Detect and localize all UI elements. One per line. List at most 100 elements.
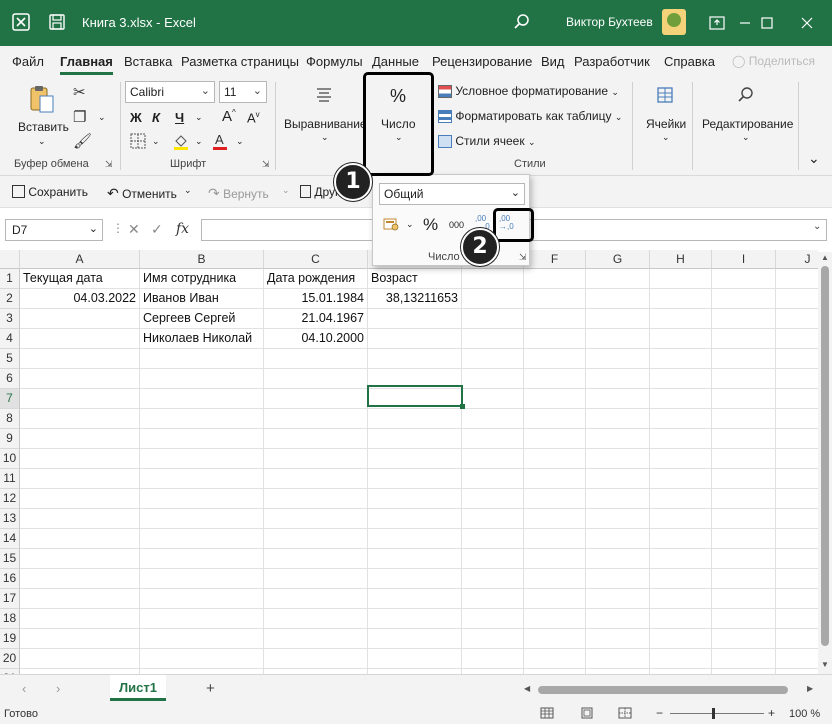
grid-cell[interactable] [140, 549, 264, 569]
zoom-slider-handle[interactable] [712, 708, 715, 719]
grid-cell[interactable] [368, 409, 462, 429]
grid-cell[interactable] [368, 529, 462, 549]
vertical-scroll-thumb[interactable] [821, 266, 829, 646]
zoom-slider[interactable] [670, 713, 764, 714]
grid-cell[interactable] [712, 449, 776, 469]
copy-dropdown-icon[interactable]: ⌄ [98, 112, 106, 123]
grid-cell[interactable] [20, 349, 140, 369]
grid-cell[interactable] [264, 349, 368, 369]
sheet-tab-list1[interactable]: Лист1 [110, 675, 166, 701]
column-header-h[interactable]: H [650, 250, 712, 269]
grid-cell[interactable] [650, 589, 712, 609]
grid-cell[interactable] [368, 489, 462, 509]
grid-cell[interactable] [462, 409, 524, 429]
column-header-c[interactable]: C [264, 250, 368, 269]
row-header[interactable]: 6 [0, 369, 20, 389]
font-color-dropdown-icon[interactable]: ⌄ [236, 136, 244, 147]
grow-font-button[interactable]: A^ [222, 108, 236, 125]
grid-cell[interactable] [462, 429, 524, 449]
sheet-prev-icon[interactable]: ‹ [22, 681, 26, 696]
grid-cell[interactable] [712, 629, 776, 649]
zoom-out-button[interactable]: − [656, 706, 663, 720]
horizontal-scroll-thumb[interactable] [538, 686, 788, 694]
column-header-a[interactable]: A [20, 250, 140, 269]
grid-cell[interactable] [776, 269, 818, 289]
grid-cell[interactable] [776, 529, 818, 549]
grid-cell[interactable] [650, 489, 712, 509]
grid-cell[interactable] [712, 569, 776, 589]
column-header-b[interactable]: B [140, 250, 264, 269]
maximize-icon[interactable] [756, 12, 778, 34]
grid-cell[interactable] [368, 629, 462, 649]
grid-cell[interactable] [586, 489, 650, 509]
grid-cell[interactable] [462, 589, 524, 609]
grid-cell[interactable] [264, 389, 368, 409]
grid-cell[interactable] [776, 349, 818, 369]
grid-cell[interactable] [462, 569, 524, 589]
row-header[interactable]: 15 [0, 549, 20, 569]
grid-cell[interactable] [140, 389, 264, 409]
normal-view-icon[interactable] [540, 707, 554, 722]
grid-cell[interactable] [524, 329, 586, 349]
cells-icon[interactable] [656, 86, 674, 108]
grid-cell[interactable] [368, 329, 462, 349]
row-header[interactable]: 18 [0, 609, 20, 629]
grid-cell[interactable] [462, 609, 524, 629]
grid-cell[interactable] [524, 609, 586, 629]
vertical-scrollbar[interactable]: ▲ ▼ [818, 252, 832, 674]
grid-cell[interactable] [586, 289, 650, 309]
grid-cell[interactable] [586, 529, 650, 549]
grid-cell[interactable] [20, 569, 140, 589]
grid-cell[interactable] [586, 409, 650, 429]
grid-cell[interactable] [712, 369, 776, 389]
grid-cell[interactable] [586, 269, 650, 289]
grid-cell[interactable] [524, 349, 586, 369]
paste-dropdown-icon[interactable]: ⌄ [38, 136, 46, 147]
row-header[interactable]: 11 [0, 469, 20, 489]
cells-button[interactable]: Ячейки [646, 117, 686, 131]
cell-d1[interactable]: Возраст [368, 269, 462, 289]
zoom-level[interactable]: 100 % [789, 708, 820, 720]
grid-cell[interactable] [776, 569, 818, 589]
grid-cell[interactable] [586, 509, 650, 529]
grid-cell[interactable] [776, 289, 818, 309]
grid-cell[interactable] [140, 629, 264, 649]
borders-icon[interactable] [130, 133, 146, 153]
grid-cell[interactable] [140, 369, 264, 389]
grid-cell[interactable] [140, 469, 264, 489]
underline-button[interactable]: Ч [175, 110, 184, 125]
grid-cell[interactable] [650, 409, 712, 429]
font-size-select[interactable]: 11 ⌄ [219, 81, 267, 103]
cell-styles-button[interactable]: Стили ячеек ⌄ [438, 134, 536, 149]
alignment-button[interactable]: Выравнивание [284, 117, 367, 131]
format-as-table-button[interactable]: Форматировать как таблицу ⌄ [438, 109, 622, 124]
grid-cell[interactable] [712, 589, 776, 609]
row-header[interactable]: 17 [0, 589, 20, 609]
grid-cell[interactable] [264, 569, 368, 589]
grid-cell[interactable] [776, 369, 818, 389]
grid-cell[interactable] [20, 449, 140, 469]
grid-cell[interactable] [524, 629, 586, 649]
grid-cell[interactable] [462, 329, 524, 349]
row-header[interactable]: 9 [0, 429, 20, 449]
column-header-j[interactable]: J [776, 250, 818, 269]
collapse-ribbon-icon[interactable]: ⌄ [808, 150, 820, 167]
grid-cell[interactable] [586, 349, 650, 369]
grid-cell[interactable] [462, 389, 524, 409]
grid-cell[interactable] [776, 489, 818, 509]
row-header[interactable]: 1 [0, 269, 20, 289]
grid-cell[interactable] [20, 369, 140, 389]
grid-cell[interactable] [650, 269, 712, 289]
cut-icon[interactable]: ✂ [73, 83, 86, 101]
row-header[interactable]: 5 [0, 349, 20, 369]
grid-cell[interactable] [776, 589, 818, 609]
grid-cell[interactable] [776, 609, 818, 629]
grid-cell[interactable] [712, 649, 776, 669]
grid-cell[interactable] [264, 369, 368, 389]
spreadsheet-grid[interactable]: A B C D E F G H I J 12345678910111213141… [0, 250, 818, 674]
font-name-select[interactable]: Calibri ⌄ [125, 81, 215, 103]
fill-color-dropdown-icon[interactable]: ⌄ [195, 136, 203, 147]
format-painter-icon[interactable]: 🖌 [73, 132, 92, 150]
grid-cell[interactable] [524, 489, 586, 509]
row-header[interactable]: 13 [0, 509, 20, 529]
